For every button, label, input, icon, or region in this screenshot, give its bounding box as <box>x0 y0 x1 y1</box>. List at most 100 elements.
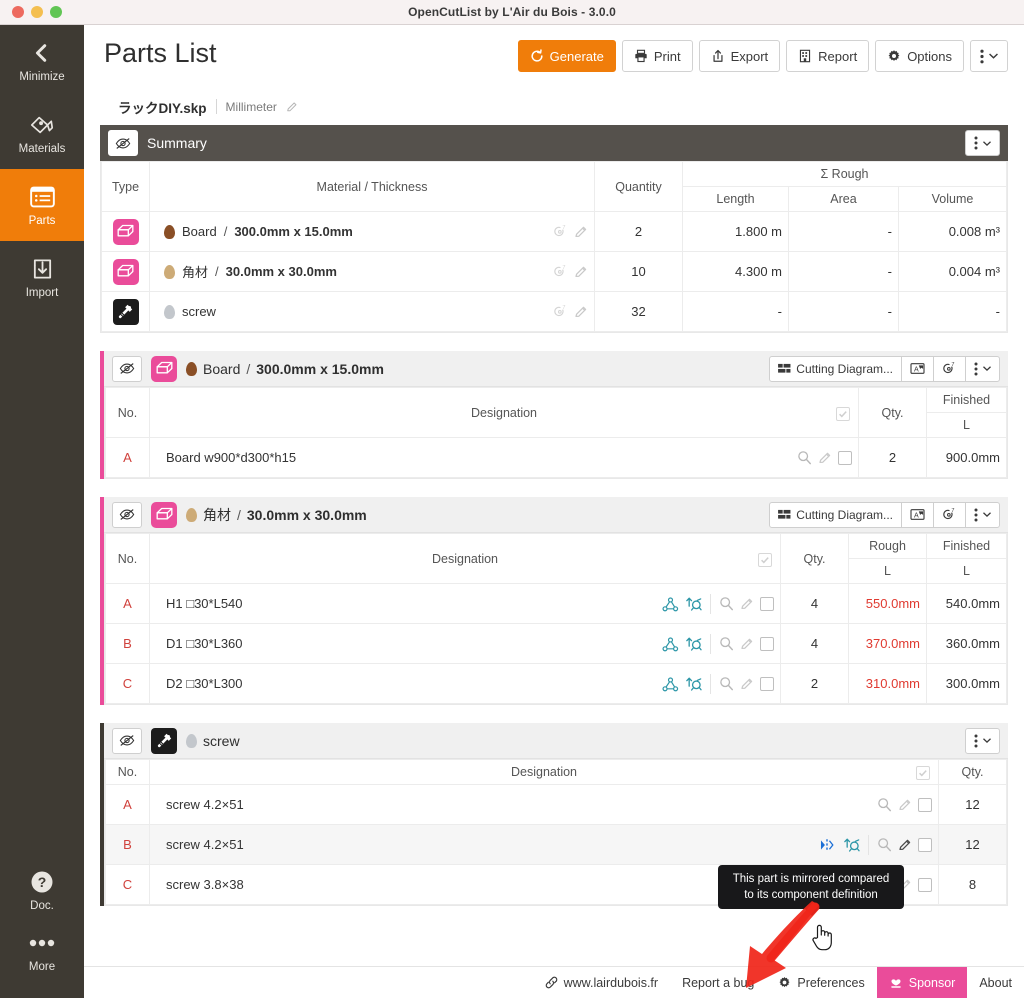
select-all-checkbox[interactable] <box>836 406 850 421</box>
pencil-icon[interactable] <box>898 838 912 852</box>
cutting-diagram-button[interactable]: Cutting Diagram... <box>769 501 902 528</box>
summary-table-wrap: Type Material / Thickness Quantity Σ Rou… <box>100 161 1008 333</box>
pencil-icon[interactable] <box>574 225 588 239</box>
magnifier-icon[interactable] <box>877 837 892 852</box>
col-no: No. <box>105 533 150 584</box>
report-button[interactable]: Report <box>786 40 870 72</box>
summary-hide-button[interactable] <box>108 130 138 156</box>
row-checkbox[interactable] <box>918 837 932 852</box>
table-row[interactable]: B D1 □30*L360 4 370.0mm 360.0mm <box>105 623 1007 664</box>
summary-row-icons: 7 <box>553 292 588 331</box>
generate-button[interactable]: Generate <box>517 40 616 72</box>
sidebar-item-import[interactable]: Import <box>0 241 84 313</box>
kebab-icon <box>980 49 984 64</box>
layout-button[interactable]: 7 <box>933 355 966 382</box>
labels-button[interactable]: A <box>901 501 934 528</box>
col-finished-sub: L <box>926 558 1007 584</box>
table-row[interactable]: A H1 □30*L540 4 550.0mm 540.0mm <box>105 583 1007 624</box>
sidebar-item-materials[interactable]: Materials <box>0 97 84 169</box>
row-checkbox[interactable] <box>918 797 932 812</box>
magnifier-icon[interactable] <box>719 596 734 611</box>
flip-icon[interactable] <box>685 636 702 652</box>
pencil-icon[interactable] <box>574 265 588 279</box>
pencil-icon[interactable] <box>898 798 912 812</box>
group-hide-button[interactable] <box>112 355 142 382</box>
magnifier-icon[interactable] <box>877 797 892 812</box>
group-thead: No. Designation Qty. <box>105 759 1007 785</box>
pencil-icon[interactable] <box>574 305 588 319</box>
sidebar-item-minimize[interactable]: Minimize <box>0 25 84 97</box>
layout-button[interactable]: 7 <box>933 501 966 528</box>
group-menu-button[interactable] <box>965 355 1000 382</box>
group-actions: Cutting Diagram... A 7 <box>769 501 1000 528</box>
axis-icon[interactable] <box>662 636 679 652</box>
pencil-icon[interactable] <box>740 637 754 651</box>
pencil-icon[interactable] <box>740 677 754 691</box>
pencil-icon[interactable] <box>818 451 832 465</box>
row-designation: Board w900*d300*h15 <box>149 437 859 478</box>
magnifier-icon[interactable] <box>797 450 812 465</box>
row-checkbox[interactable] <box>918 877 932 892</box>
mirror-icon[interactable] <box>820 837 837 853</box>
icon-divider <box>710 633 711 654</box>
summary-header-row-1: Type Material / Thickness Quantity Σ Rou… <box>101 161 1007 212</box>
more-options-button[interactable] <box>970 40 1008 72</box>
footer-item-sponsor[interactable]: Sponsor <box>876 966 968 998</box>
summary-menu-button[interactable] <box>965 130 1000 156</box>
group-hide-button[interactable] <box>112 501 142 528</box>
question-circle-icon: ? <box>30 869 54 895</box>
row-finished-length: 900.0mm <box>926 437 1007 478</box>
group-table-kakuzai: No. Designation Qty. Rough Finished L L A H1 □30… <box>105 533 1007 704</box>
labels-button[interactable]: A <box>901 355 934 382</box>
flip-icon[interactable] <box>843 837 860 853</box>
row-checkbox[interactable] <box>760 676 774 691</box>
row-designation: D2 □30*L300 <box>149 663 781 704</box>
summary-row-icons: 7 <box>553 212 588 251</box>
sidebar-item-doc[interactable]: ? Doc. <box>0 854 84 926</box>
cutting-diagram-button[interactable]: Cutting Diagram... <box>769 355 902 382</box>
designation-header-wrap: Designation <box>154 765 934 780</box>
col-rough-sub: L <box>848 558 927 584</box>
group-material-name: Board <box>203 360 241 377</box>
group-menu-button[interactable] <box>965 501 1000 528</box>
svg-text:7: 7 <box>562 225 565 231</box>
tab-active-file[interactable]: ラックDIY.skp Millimeter <box>104 88 312 125</box>
group-hide-button[interactable] <box>112 727 142 754</box>
group-material-spec: 30.0mm x 30.0mm <box>246 506 367 523</box>
sidebar-item-more[interactable]: More <box>0 926 84 998</box>
row-checkbox[interactable] <box>838 450 852 465</box>
select-all-checkbox[interactable] <box>758 552 772 567</box>
table-row[interactable]: Ascrew 4.2×51 12 <box>105 784 1007 825</box>
footer-item-about[interactable]: About <box>967 967 1024 998</box>
row-qty: 4 <box>780 623 849 664</box>
history-icon[interactable]: 7 <box>553 225 568 239</box>
flip-icon[interactable] <box>685 596 702 612</box>
print-button[interactable]: Print <box>621 40 693 72</box>
pencil-icon[interactable] <box>286 101 298 113</box>
pencil-icon[interactable] <box>740 597 754 611</box>
flip-icon[interactable] <box>685 676 702 692</box>
material-color-swatch <box>164 264 175 279</box>
export-button[interactable]: Export <box>698 40 781 72</box>
col-rough: Rough <box>848 533 927 559</box>
group-menu-button[interactable] <box>965 727 1000 754</box>
magnifier-icon[interactable] <box>719 676 734 691</box>
layout-icon: 7 <box>942 362 957 376</box>
axis-icon[interactable] <box>662 676 679 692</box>
footer-item-www-lairdubois-fr[interactable]: www.lairdubois.fr <box>533 967 670 998</box>
sidebar-item-parts[interactable]: Parts <box>0 169 84 241</box>
summary-area-cell: - <box>788 251 899 292</box>
history-icon[interactable]: 7 <box>553 265 568 279</box>
table-row[interactable]: Bscrew 4.2×51 12 <box>105 824 1007 865</box>
magnifier-icon[interactable] <box>719 636 734 651</box>
tooltip-text: This part is mirrored compared to its co… <box>732 873 890 901</box>
options-button[interactable]: Options <box>875 40 964 72</box>
designation-header-wrap: Designation <box>154 552 776 567</box>
row-checkbox[interactable] <box>760 596 774 611</box>
table-row[interactable]: A Board w900*d300*h15 2 900.0mm <box>105 437 1007 478</box>
row-checkbox[interactable] <box>760 636 774 651</box>
select-all-checkbox[interactable] <box>916 766 930 780</box>
axis-icon[interactable] <box>662 596 679 612</box>
table-row[interactable]: C D2 □30*L300 2 310.0mm 300.0mm <box>105 663 1007 704</box>
history-icon[interactable]: 7 <box>553 305 568 319</box>
